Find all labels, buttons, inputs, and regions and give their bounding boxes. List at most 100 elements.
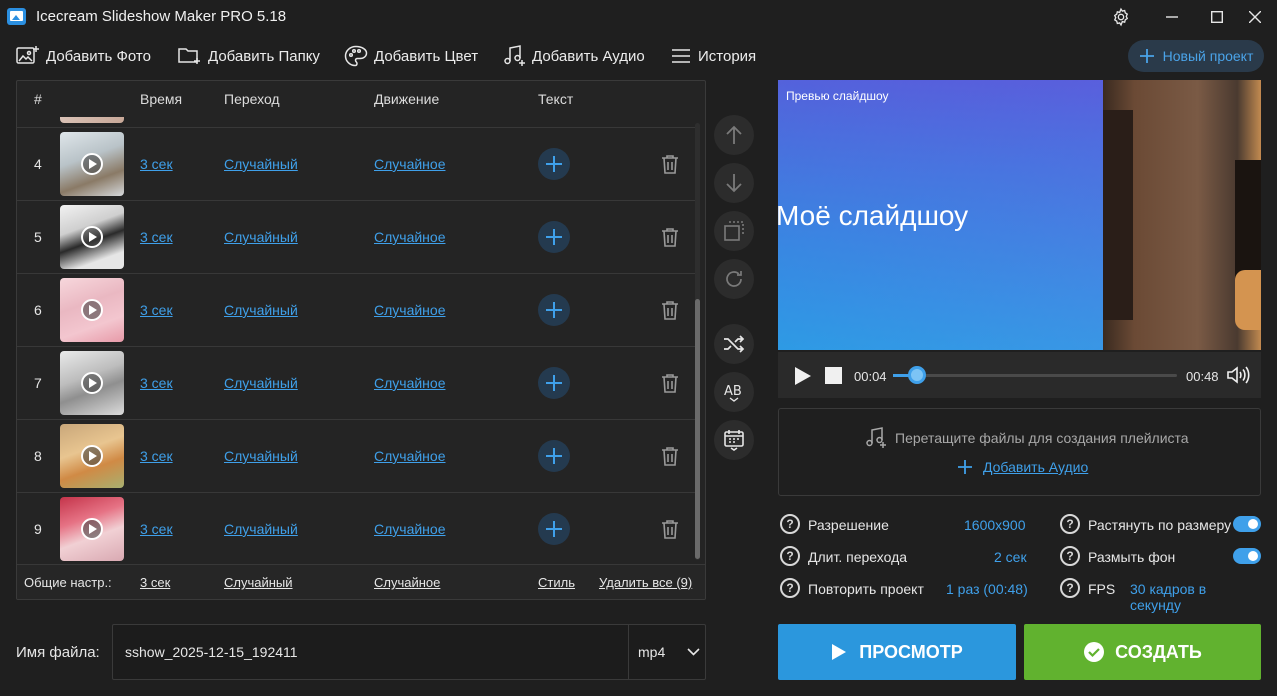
play-icon[interactable] xyxy=(794,366,812,386)
slide-transition-link[interactable]: Случайный xyxy=(224,229,298,245)
trash-icon[interactable] xyxy=(661,519,679,539)
play-icon[interactable] xyxy=(81,445,103,467)
slide-motion-link[interactable]: Случайное xyxy=(374,156,445,172)
volume-icon[interactable] xyxy=(1226,365,1250,385)
slide-time-link[interactable]: 3 сек xyxy=(140,156,173,172)
slide-time-link[interactable]: 3 сек xyxy=(140,375,173,391)
general-time-link[interactable]: 3 сек xyxy=(140,575,170,590)
table-row[interactable]: 8 3 сек Случайный Случайное xyxy=(17,419,697,492)
table-row[interactable]: 9 3 сек Случайный Случайное xyxy=(17,492,697,564)
fps-value[interactable]: 30 кадров в секунду xyxy=(1130,581,1261,613)
slide-time-link[interactable]: 3 сек xyxy=(140,521,173,537)
table-row[interactable]: 4 3 сек Случайный Случайное xyxy=(17,127,697,200)
table-row[interactable]: 7 3 сек Случайный Случайное xyxy=(17,346,697,419)
slide-thumbnail[interactable] xyxy=(60,424,124,488)
slide-motion-link[interactable]: Случайное xyxy=(374,521,445,537)
add-folder-button[interactable]: Добавить Папку xyxy=(178,44,320,68)
table-row[interactable]: 5 3 сек Случайный Случайное xyxy=(17,200,697,273)
slide-thumbnail[interactable] xyxy=(60,117,124,123)
format-dropdown[interactable]: mp4 xyxy=(628,625,707,679)
help-icon[interactable]: ? xyxy=(1060,578,1080,598)
slide-motion-link[interactable]: Случайное xyxy=(374,375,445,391)
resolution-value[interactable]: 1600x900 xyxy=(964,517,1026,533)
file-name-box: mp4 xyxy=(112,624,706,680)
close-icon[interactable] xyxy=(1233,0,1277,34)
crop-button[interactable] xyxy=(714,211,754,251)
move-up-button[interactable] xyxy=(714,115,754,155)
play-icon[interactable] xyxy=(81,372,103,394)
seek-bar-handle[interactable] xyxy=(907,366,926,384)
add-color-button[interactable]: Добавить Цвет xyxy=(344,44,478,68)
repeat-project-value[interactable]: 1 раз (00:48) xyxy=(946,581,1028,597)
add-text-button[interactable] xyxy=(538,221,570,253)
output-settings: ? Разрешение 1600x900 ? Длит. перехода 2… xyxy=(778,512,1261,613)
add-text-button[interactable] xyxy=(538,294,570,326)
help-icon[interactable]: ? xyxy=(1060,514,1080,534)
create-button[interactable]: СОЗДАТЬ xyxy=(1024,624,1261,680)
file-name-input[interactable] xyxy=(125,644,615,660)
minimize-icon[interactable] xyxy=(1150,0,1194,34)
trash-icon[interactable] xyxy=(661,300,679,320)
table-row[interactable]: 6 3 сек Случайный Случайное xyxy=(17,273,697,346)
rotate-button[interactable] xyxy=(714,259,754,299)
trash-icon[interactable] xyxy=(661,227,679,247)
help-icon[interactable]: ? xyxy=(1060,546,1080,566)
trash-icon[interactable] xyxy=(661,373,679,393)
text-style-button[interactable]: AB xyxy=(714,372,754,412)
add-photo-button[interactable]: Добавить Фото xyxy=(16,44,151,68)
slide-thumbnail[interactable] xyxy=(60,351,124,415)
help-icon[interactable]: ? xyxy=(780,578,800,598)
calendar-button[interactable] xyxy=(714,420,754,460)
slide-motion-link[interactable]: Случайное xyxy=(374,229,445,245)
trash-icon[interactable] xyxy=(661,154,679,174)
blur-background-toggle[interactable] xyxy=(1233,548,1261,564)
trash-icon[interactable] xyxy=(661,446,679,466)
add-text-button[interactable] xyxy=(538,440,570,472)
help-icon[interactable]: ? xyxy=(780,514,800,534)
slide-thumbnail[interactable] xyxy=(60,132,124,196)
stop-icon[interactable] xyxy=(825,367,842,384)
help-icon[interactable]: ? xyxy=(780,546,800,566)
scrollbar-thumb[interactable] xyxy=(695,299,700,559)
slide-time-link[interactable]: 3 сек xyxy=(140,229,173,245)
slide-transition-link[interactable]: Случайный xyxy=(224,521,298,537)
repeat-project-label: Повторить проект xyxy=(808,581,924,597)
settings-gear-icon[interactable] xyxy=(1099,0,1143,34)
slide-motion-link[interactable]: Случайное xyxy=(374,448,445,464)
add-text-button[interactable] xyxy=(538,513,570,545)
add-text-button[interactable] xyxy=(538,148,570,180)
slide-time-link[interactable]: 3 сек xyxy=(140,448,173,464)
history-button[interactable]: История xyxy=(670,44,756,68)
transition-duration-value[interactable]: 2 сек xyxy=(994,549,1027,565)
slide-transition-link[interactable]: Случайный xyxy=(224,302,298,318)
move-down-button[interactable] xyxy=(714,163,754,203)
table-scrollbar[interactable] xyxy=(695,123,700,560)
play-icon[interactable] xyxy=(81,226,103,248)
preview-button[interactable]: ПРОСМОТР xyxy=(778,624,1016,680)
slide-transition-link[interactable]: Случайный xyxy=(224,375,298,391)
play-icon[interactable] xyxy=(81,299,103,321)
add-audio-button[interactable]: Добавить Аудио xyxy=(502,44,645,68)
general-transition-link[interactable]: Случайный xyxy=(224,575,293,590)
style-link[interactable]: Стиль xyxy=(538,575,575,590)
slide-motion-link[interactable]: Случайное xyxy=(374,302,445,318)
play-icon[interactable] xyxy=(81,518,103,540)
slide-transition-link[interactable]: Случайный xyxy=(224,448,298,464)
add-audio-link[interactable]: Добавить Аудио xyxy=(957,459,1088,475)
slide-thumbnail[interactable] xyxy=(60,205,124,269)
seek-bar[interactable] xyxy=(893,366,1177,384)
stretch-toggle[interactable] xyxy=(1233,516,1261,532)
preview-button-label: ПРОСМОТР xyxy=(859,641,963,662)
delete-all-link[interactable]: Удалить все (9) xyxy=(599,575,692,590)
add-audio-label: Добавить Аудио xyxy=(532,47,645,65)
new-project-button[interactable]: Новый проект xyxy=(1128,40,1264,72)
shuffle-button[interactable] xyxy=(714,324,754,364)
slide-thumbnail[interactable] xyxy=(60,278,124,342)
general-motion-link[interactable]: Случайное xyxy=(374,575,440,590)
play-icon[interactable] xyxy=(81,153,103,175)
slide-thumbnail[interactable] xyxy=(60,497,124,561)
slide-transition-link[interactable]: Случайный xyxy=(224,156,298,172)
slide-time-link[interactable]: 3 сек xyxy=(140,302,173,318)
add-text-button[interactable] xyxy=(538,367,570,399)
audio-drop-zone[interactable]: Перетащите файлы для создания плейлиста … xyxy=(778,408,1261,496)
